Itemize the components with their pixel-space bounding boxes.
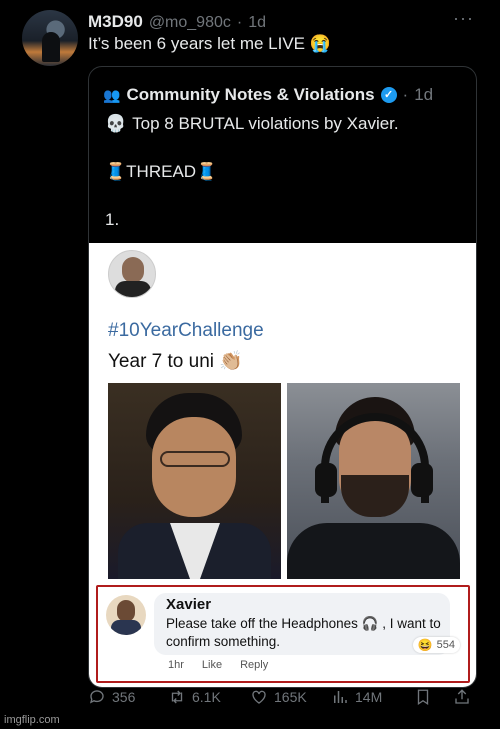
author-avatar[interactable] (22, 10, 78, 66)
like-count: 165K (274, 689, 307, 705)
comment-reply-link: Reply (240, 659, 269, 671)
quote-account-name[interactable]: Community Notes & Violations (126, 85, 374, 105)
retweet-count: 6.1K (192, 689, 221, 705)
card-avatar (108, 250, 156, 298)
comment-text: Please take off the Headphones 🎧 , I wan… (166, 616, 441, 649)
bookmark-button[interactable] (414, 688, 432, 706)
comment-like-link: Like (201, 659, 223, 671)
quote-text: Top 8 BRUTAL violations by Xavier. (132, 114, 399, 133)
commenter-name: Xavier (166, 596, 212, 613)
card-caption: Year 7 to uni 👏🏼 (108, 351, 243, 372)
year7-photo (108, 383, 281, 579)
uni-photo (287, 383, 460, 579)
more-options-icon[interactable]: ··· (453, 8, 474, 29)
retweet-icon (171, 690, 183, 704)
thread-spool-icon: 🧵 (196, 162, 218, 181)
watermark: imgflip.com (4, 714, 60, 726)
tweet: M3D90 @mo_980c · 1d ··· It’s been 6 year… (0, 0, 500, 729)
community-icon: 👥 (103, 86, 121, 103)
thread-spool-icon: 🧵 (105, 162, 127, 181)
quote-thread-line: 🧵THREAD🧵 (105, 162, 217, 182)
reaction-count: 554 (436, 639, 455, 651)
quote-time: 1d (414, 85, 434, 104)
commenter-avatar (106, 595, 146, 635)
tweet-header: M3D90 @mo_980c · 1d (88, 12, 266, 32)
comment-meta: 1hr Like Reply (168, 659, 268, 671)
heart-icon (252, 690, 266, 704)
separator: · (402, 85, 409, 104)
skull-icon: 💀 (105, 114, 127, 133)
author-handle[interactable]: @mo_980c (149, 14, 231, 32)
retweet-button[interactable]: 6.1K (168, 688, 221, 706)
thread-numbering: 1. (105, 210, 120, 229)
quoted-tweet[interactable]: 👥 Community Notes & Violations ✓ · 1d 💀 T… (88, 66, 477, 688)
author-name[interactable]: M3D90 (88, 12, 143, 32)
separator: · (236, 14, 243, 31)
reaction-badge: 😆 554 (412, 637, 460, 653)
views-button[interactable]: 14M (331, 688, 382, 706)
screenshot-card[interactable]: #10YearChallenge Year 7 to uni 👏🏼 Xavier… (89, 243, 476, 687)
highlighted-comment: Xavier Please take off the Headphones 🎧 … (96, 585, 470, 683)
hashtag[interactable]: #10YearChallenge (108, 320, 264, 342)
thread-label: THREAD (126, 162, 197, 181)
quote-line-1: 💀 Top 8 BRUTAL violations by Xavier. (105, 114, 399, 134)
like-button[interactable]: 165K (250, 688, 307, 706)
laughing-icon: 😆 (417, 638, 433, 652)
comment-bubble: Xavier Please take off the Headphones 🎧 … (154, 593, 450, 655)
share-icon (455, 689, 469, 704)
reply-icon (89, 690, 104, 704)
reply-button[interactable]: 356 (88, 688, 135, 706)
bookmark-icon (417, 689, 429, 706)
tweet-text: It’s been 6 years let me LIVE 😭 (88, 34, 331, 53)
comment-time: 1hr (168, 659, 184, 671)
reply-count: 356 (112, 689, 136, 705)
views-icon (334, 691, 347, 703)
quote-header: 👥 Community Notes & Violations ✓ · 1d (103, 85, 433, 105)
views-count: 14M (355, 689, 383, 705)
tweet-time[interactable]: 1d (248, 14, 266, 32)
share-button[interactable] (453, 688, 471, 706)
verified-badge-icon: ✓ (380, 87, 397, 103)
